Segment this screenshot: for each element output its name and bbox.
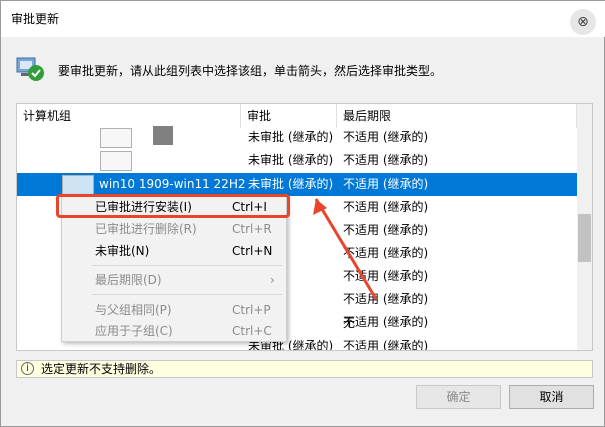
status-text: 选定更新不支持删除。 [41, 362, 162, 376]
deadline-cell: 不适用 (继承的) [343, 130, 429, 144]
annotation-highlight-box [56, 194, 290, 218]
info-icon: i [21, 362, 34, 375]
not-approved-icon[interactable] [100, 151, 132, 171]
status-bar: i 选定更新不支持删除。 [16, 360, 593, 378]
menu-item-same-as-parent[interactable]: 与父组相同(P) Ctrl+P [62, 299, 286, 321]
menu-separator [92, 265, 282, 266]
column-header-approval[interactable]: 审批 [241, 104, 337, 128]
close-icon: ⊗ [577, 14, 589, 30]
cancel-button[interactable]: 取消 [509, 385, 594, 409]
title-bar: 审批更新 ⊗ [1, 1, 605, 37]
deadline-cell: 无 [343, 316, 356, 330]
group-name-cell: win10 1909-win11 22H2 [99, 177, 246, 191]
table-row[interactable]: 未审批 (继承的) 不适用 (继承的) [17, 126, 577, 149]
menu-separator [92, 294, 282, 295]
table-row[interactable]: 未审批 (继承的) 不适用 (继承的) [17, 149, 577, 172]
approval-cell: 未审批 (继承的) [248, 130, 334, 144]
not-approved-icon[interactable] [100, 128, 132, 148]
instruction-text: 要审批更新，请从此组列表中选择该组，单击箭头，然后选择审批类型。 [58, 64, 443, 78]
update-approval-icon [16, 57, 44, 81]
not-approved-icon[interactable] [62, 175, 94, 195]
submenu-arrow-icon: › [270, 273, 275, 287]
window-title: 审批更新 [11, 12, 60, 26]
redacted-block [153, 126, 173, 145]
close-button[interactable]: ⊗ [570, 9, 596, 35]
menu-item-not-approved[interactable]: 未审批(N) Ctrl+N [62, 240, 286, 262]
column-header-group[interactable]: 计算机组 [17, 104, 241, 128]
table-row-selected[interactable]: win10 1909-win11 22H2 未审批 (继承的) 不适用 (继承的… [17, 173, 577, 196]
approve-updates-dialog: 审批更新 ⊗ 要审批更新，请从此组列表中选择该组，单击箭头，然后选择审批类型。 … [0, 0, 605, 427]
menu-item-apply-to-children[interactable]: 应用于子组(C) Ctrl+C [62, 320, 286, 342]
scrollbar-thumb[interactable] [578, 214, 591, 262]
ok-button[interactable]: 确定 [416, 385, 501, 409]
menu-item-approve-remove[interactable]: 已审批进行删除(R) Ctrl+R [62, 218, 286, 240]
deadline-cell: 不适用 (继承的) [343, 153, 429, 167]
column-header-deadline[interactable]: 最后期限 [337, 104, 577, 128]
annotation-arrow [313, 198, 378, 300]
approval-cell: 未审批 (继承的) [248, 153, 334, 167]
menu-item-deadline[interactable]: 最后期限(D) › [62, 269, 286, 291]
deadline-cell: 不适用 (继承的) [343, 339, 429, 351]
